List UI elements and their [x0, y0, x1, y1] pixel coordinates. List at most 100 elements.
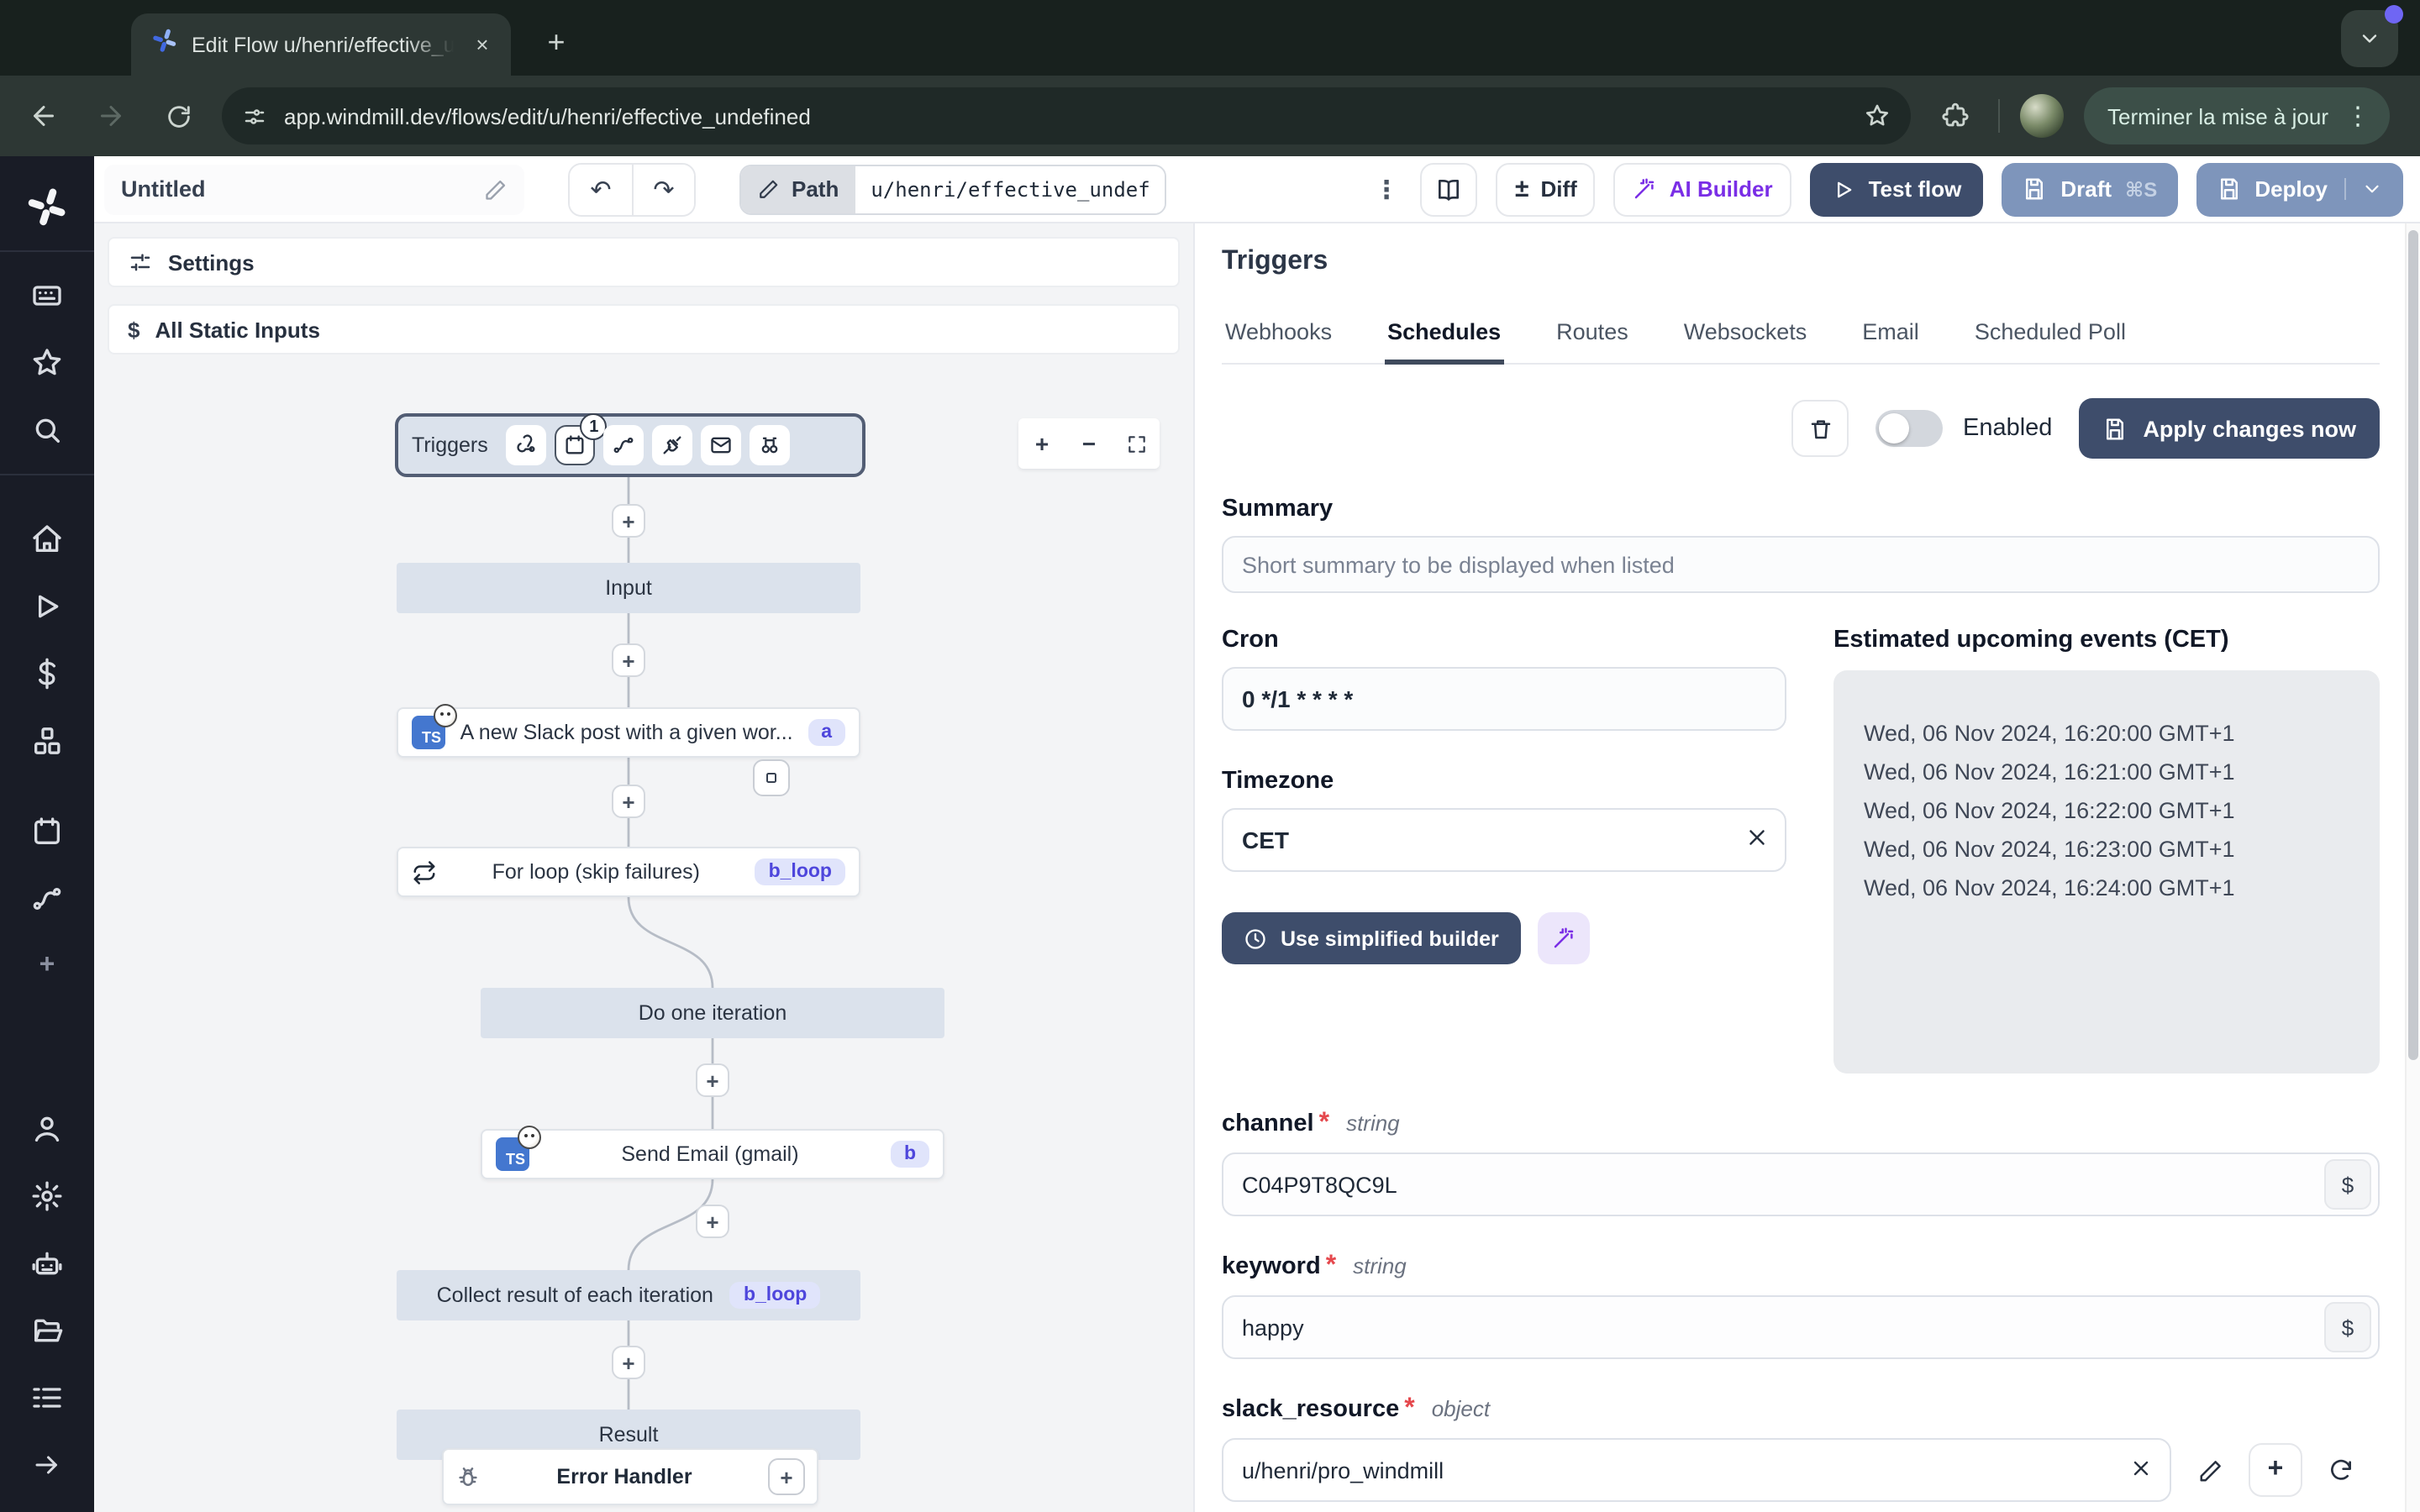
browser-tab[interactable]: Edit Flow u/henri/effective_un ×: [131, 13, 511, 76]
sidebar-item-schedules[interactable]: [17, 801, 77, 862]
add-step-button[interactable]: +: [612, 1346, 645, 1379]
sidebar-item-runs[interactable]: [17, 576, 77, 637]
fit-view-button[interactable]: [1113, 418, 1160, 469]
diff-label: Diff: [1540, 176, 1577, 202]
insert-variable-button[interactable]: $: [2324, 1159, 2371, 1210]
toolbar-kebab-icon[interactable]: ⋮: [1370, 174, 1402, 204]
trigger-tabs: Webhooks Schedules Routes Websockets Ema…: [1222, 319, 2380, 365]
tab-routes[interactable]: Routes: [1553, 319, 1632, 363]
add-step-button[interactable]: +: [612, 643, 645, 677]
bookmark-star-icon[interactable]: [1864, 102, 1891, 129]
summary-input[interactable]: [1222, 536, 2380, 593]
back-icon[interactable]: [20, 92, 67, 139]
draft-button[interactable]: Draft ⌘S: [2002, 162, 2178, 216]
zoom-in-button[interactable]: +: [1018, 418, 1065, 469]
webhook-trigger-icon[interactable]: [506, 425, 547, 465]
tab-webhooks[interactable]: Webhooks: [1222, 319, 1335, 363]
sidebar-item-resources[interactable]: [17, 711, 77, 771]
path-value[interactable]: u/henri/effective_undef: [855, 165, 1165, 213]
sidebar-item-workers[interactable]: [17, 1233, 77, 1294]
edit-name-pencil-icon[interactable]: [484, 177, 508, 201]
redo-button[interactable]: ↷: [632, 164, 694, 214]
add-step-button[interactable]: +: [612, 785, 645, 818]
clear-resource-icon[interactable]: [2129, 1457, 2153, 1480]
ai-builder-button[interactable]: AI Builder: [1613, 162, 1791, 216]
sidebar-item-search[interactable]: [17, 400, 77, 460]
flow-name-field[interactable]: Untitled: [104, 164, 524, 214]
refresh-resource-icon[interactable]: [2317, 1446, 2365, 1494]
browser-update-button[interactable]: Terminer la mise à jour ⋮: [2084, 87, 2389, 144]
send-email-node[interactable]: TS Send Email (gmail) b: [481, 1126, 944, 1179]
timezone-input[interactable]: [1222, 808, 1786, 872]
edit-resource-pencil-icon[interactable]: [2186, 1446, 2233, 1494]
simplified-builder-button[interactable]: Use simplified builder: [1222, 912, 1521, 964]
error-handler-node[interactable]: Error Handler +: [442, 1448, 818, 1505]
url-bar[interactable]: app.windmill.dev/flows/edit/u/henri/effe…: [222, 87, 1911, 144]
cron-input[interactable]: [1222, 667, 1786, 731]
reload-icon[interactable]: [155, 92, 202, 139]
ai-cron-button[interactable]: [1537, 912, 1590, 964]
slack-resource-input[interactable]: [1222, 1438, 2171, 1502]
tab-scheduled-poll[interactable]: Scheduled Poll: [1971, 319, 2129, 363]
slack-step-node[interactable]: TS A new Slack post with a given wor... …: [397, 704, 860, 758]
diff-button[interactable]: ± Diff: [1496, 162, 1596, 216]
tab-websockets[interactable]: Websockets: [1681, 319, 1811, 363]
sidebar-item-flows[interactable]: [17, 869, 77, 929]
forward-icon[interactable]: [87, 92, 134, 139]
test-flow-button[interactable]: Test flow: [1809, 162, 1984, 216]
forloop-node[interactable]: For loop (skip failures) b_loop: [397, 847, 860, 897]
panel-scrollbar[interactable]: [2405, 223, 2420, 1512]
add-step-button[interactable]: +: [696, 1205, 729, 1238]
keyword-input[interactable]: [1222, 1295, 2380, 1359]
add-error-handler-button[interactable]: +: [768, 1458, 805, 1495]
delete-schedule-button[interactable]: [1791, 400, 1849, 457]
apply-changes-button[interactable]: Apply changes now: [2079, 398, 2380, 459]
sidebar-item-add[interactable]: +: [17, 936, 77, 996]
input-node[interactable]: Input: [397, 563, 860, 613]
sidebar-item-home[interactable]: [17, 509, 77, 570]
schedule-trigger-icon[interactable]: 1: [555, 413, 608, 465]
scheduled-poll-trigger-icon[interactable]: [750, 425, 791, 465]
sidebar-item-user[interactable]: [17, 1099, 77, 1159]
add-resource-button[interactable]: +: [2249, 1443, 2302, 1497]
clear-timezone-icon[interactable]: [1744, 825, 1770, 850]
add-step-button[interactable]: +: [696, 1063, 729, 1097]
new-tab-button[interactable]: +: [534, 20, 578, 64]
sidebar-item-settings[interactable]: [17, 1166, 77, 1226]
run-until-step-button[interactable]: [753, 759, 790, 796]
windmill-logo[interactable]: [17, 176, 77, 237]
triggers-node[interactable]: Triggers 1: [395, 413, 865, 477]
scrollbar-thumb[interactable]: [2408, 230, 2418, 1060]
collect-result-node[interactable]: Collect result of each iteration b_loop: [397, 1270, 860, 1320]
websocket-trigger-icon[interactable]: [652, 425, 693, 465]
route-trigger-icon[interactable]: [603, 425, 644, 465]
windmill-favicon: [151, 27, 178, 62]
flow-canvas[interactable]: Settings $ All Static Inputs Triggers 1 …: [94, 223, 1193, 1512]
browser-menu-kebab-icon[interactable]: ⋮: [2345, 101, 2372, 131]
sidebar-item-workspace[interactable]: [17, 265, 77, 326]
sidebar-item-folders[interactable]: [17, 1300, 77, 1361]
do-one-iteration-node[interactable]: Do one iteration: [481, 988, 944, 1038]
profile-avatar[interactable]: [2020, 94, 2064, 138]
site-info-icon[interactable]: [242, 103, 267, 129]
enabled-toggle[interactable]: [1876, 410, 1943, 447]
undo-button[interactable]: ↶: [570, 164, 632, 214]
tab-schedules[interactable]: Schedules: [1384, 319, 1504, 365]
tab-close-icon[interactable]: ×: [467, 29, 497, 60]
deploy-button[interactable]: Deploy: [2196, 162, 2403, 216]
channel-input[interactable]: [1222, 1152, 2380, 1216]
insert-variable-button[interactable]: $: [2324, 1302, 2371, 1352]
add-step-button[interactable]: +: [612, 504, 645, 538]
extensions-icon[interactable]: [1931, 92, 1978, 139]
sidebar-expand-arrow-icon[interactable]: [17, 1435, 77, 1495]
path-chip[interactable]: Path u/henri/effective_undef: [739, 164, 1167, 214]
tab-search-button[interactable]: [2341, 5, 2403, 67]
sidebar-item-variables[interactable]: [17, 643, 77, 704]
tab-email[interactable]: Email: [1859, 319, 1923, 363]
sidebar-item-logs[interactable]: [17, 1368, 77, 1428]
email-trigger-icon[interactable]: [701, 425, 742, 465]
docs-button[interactable]: [1420, 162, 1478, 216]
sidebar-item-favorites[interactable]: [17, 333, 77, 393]
zoom-out-button[interactable]: −: [1065, 418, 1113, 469]
deploy-dropdown-chevron-icon[interactable]: [2344, 178, 2383, 200]
